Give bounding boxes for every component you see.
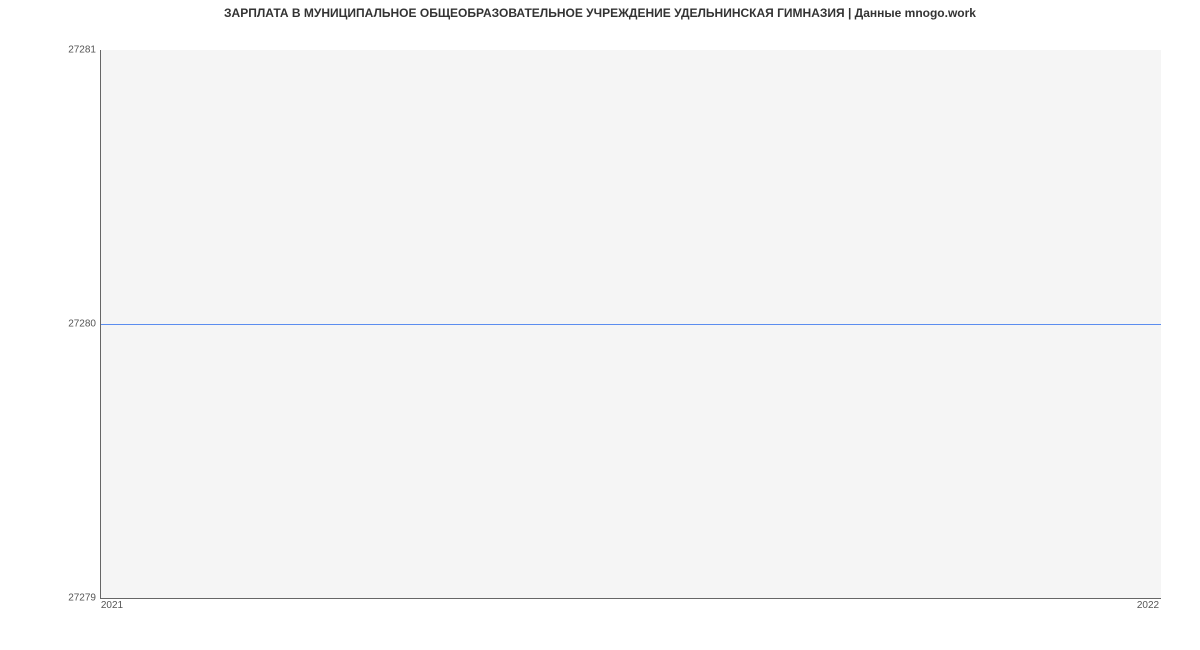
data-line bbox=[101, 324, 1161, 325]
x-tick-label: 2021 bbox=[101, 600, 123, 611]
chart-title: ЗАРПЛАТА В МУНИЦИПАЛЬНОЕ ОБЩЕОБРАЗОВАТЕЛ… bbox=[0, 6, 1200, 20]
plot-area bbox=[100, 50, 1161, 599]
y-tick-label: 27280 bbox=[68, 319, 96, 330]
x-tick-label: 2022 bbox=[1137, 600, 1159, 611]
chart-container: ЗАРПЛАТА В МУНИЦИПАЛЬНОЕ ОБЩЕОБРАЗОВАТЕЛ… bbox=[0, 0, 1200, 650]
y-tick-label: 27279 bbox=[68, 593, 96, 604]
y-tick-label: 27281 bbox=[68, 45, 96, 56]
